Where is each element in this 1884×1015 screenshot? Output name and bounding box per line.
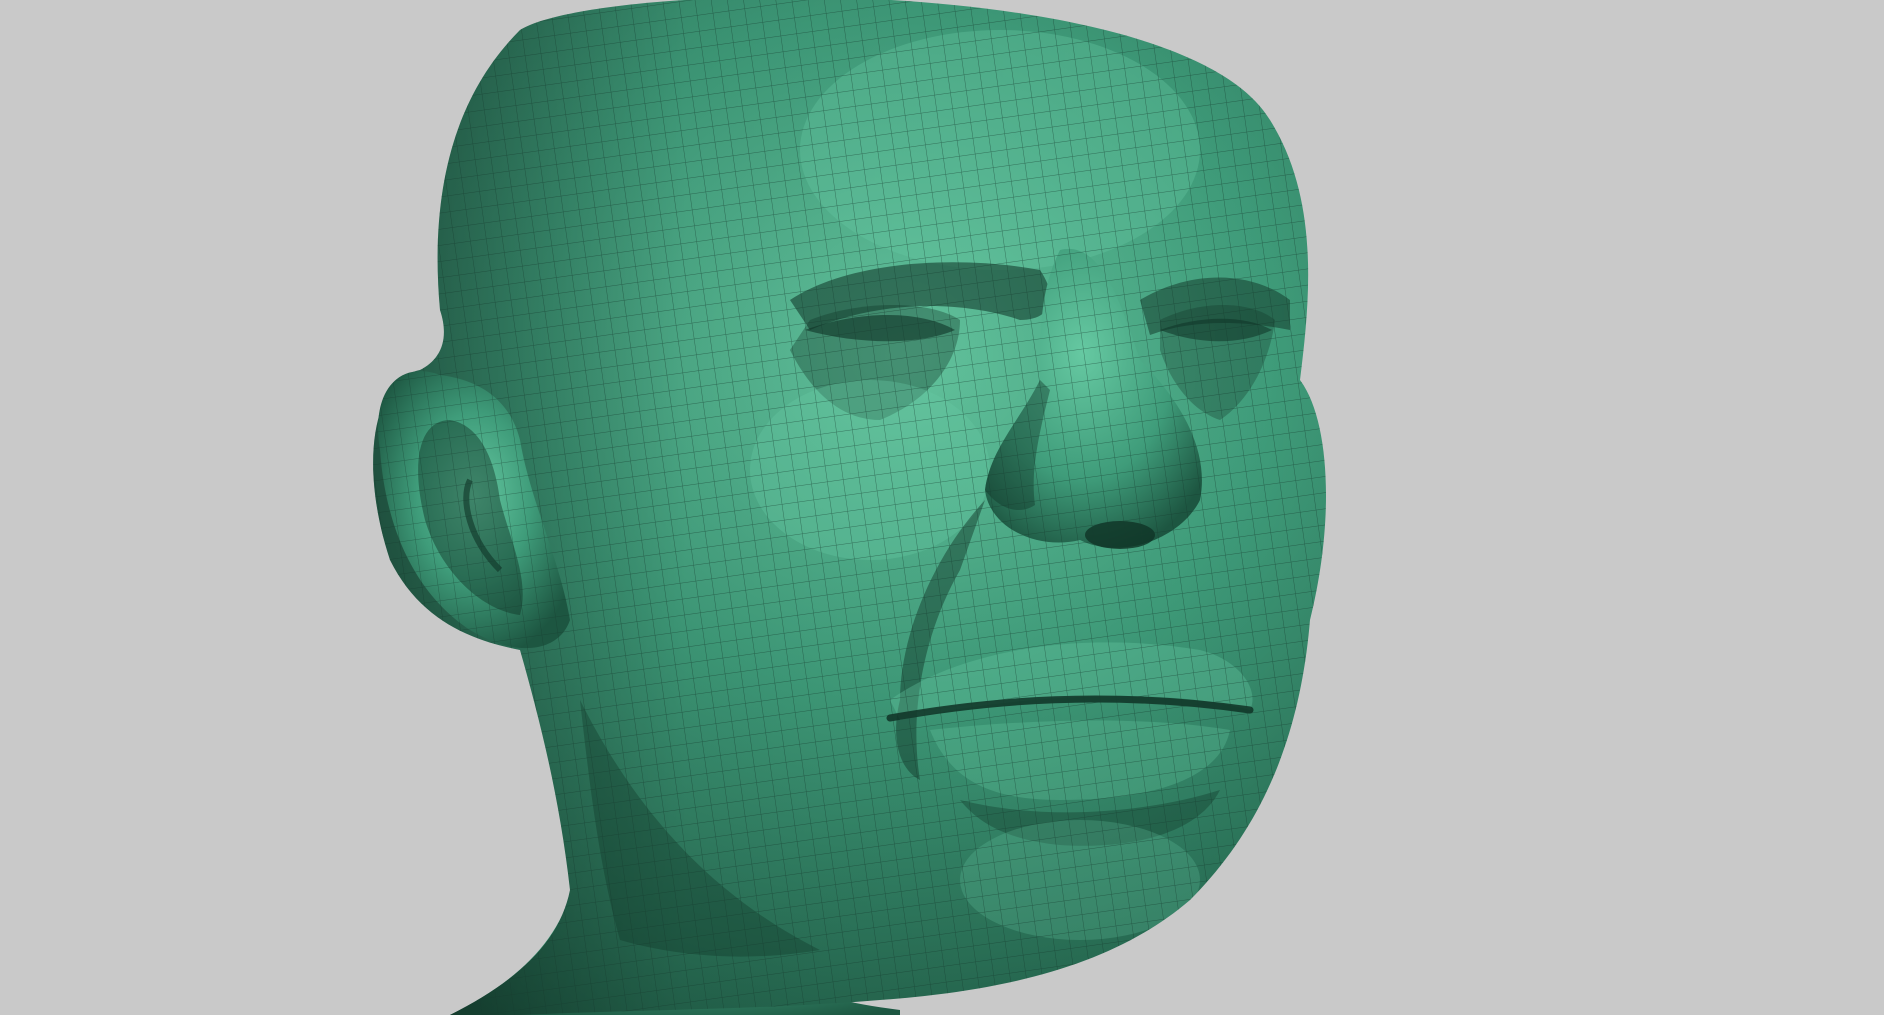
viewport-canvas[interactable] [0,0,1884,1015]
3d-viewport[interactable] [0,0,1884,1015]
